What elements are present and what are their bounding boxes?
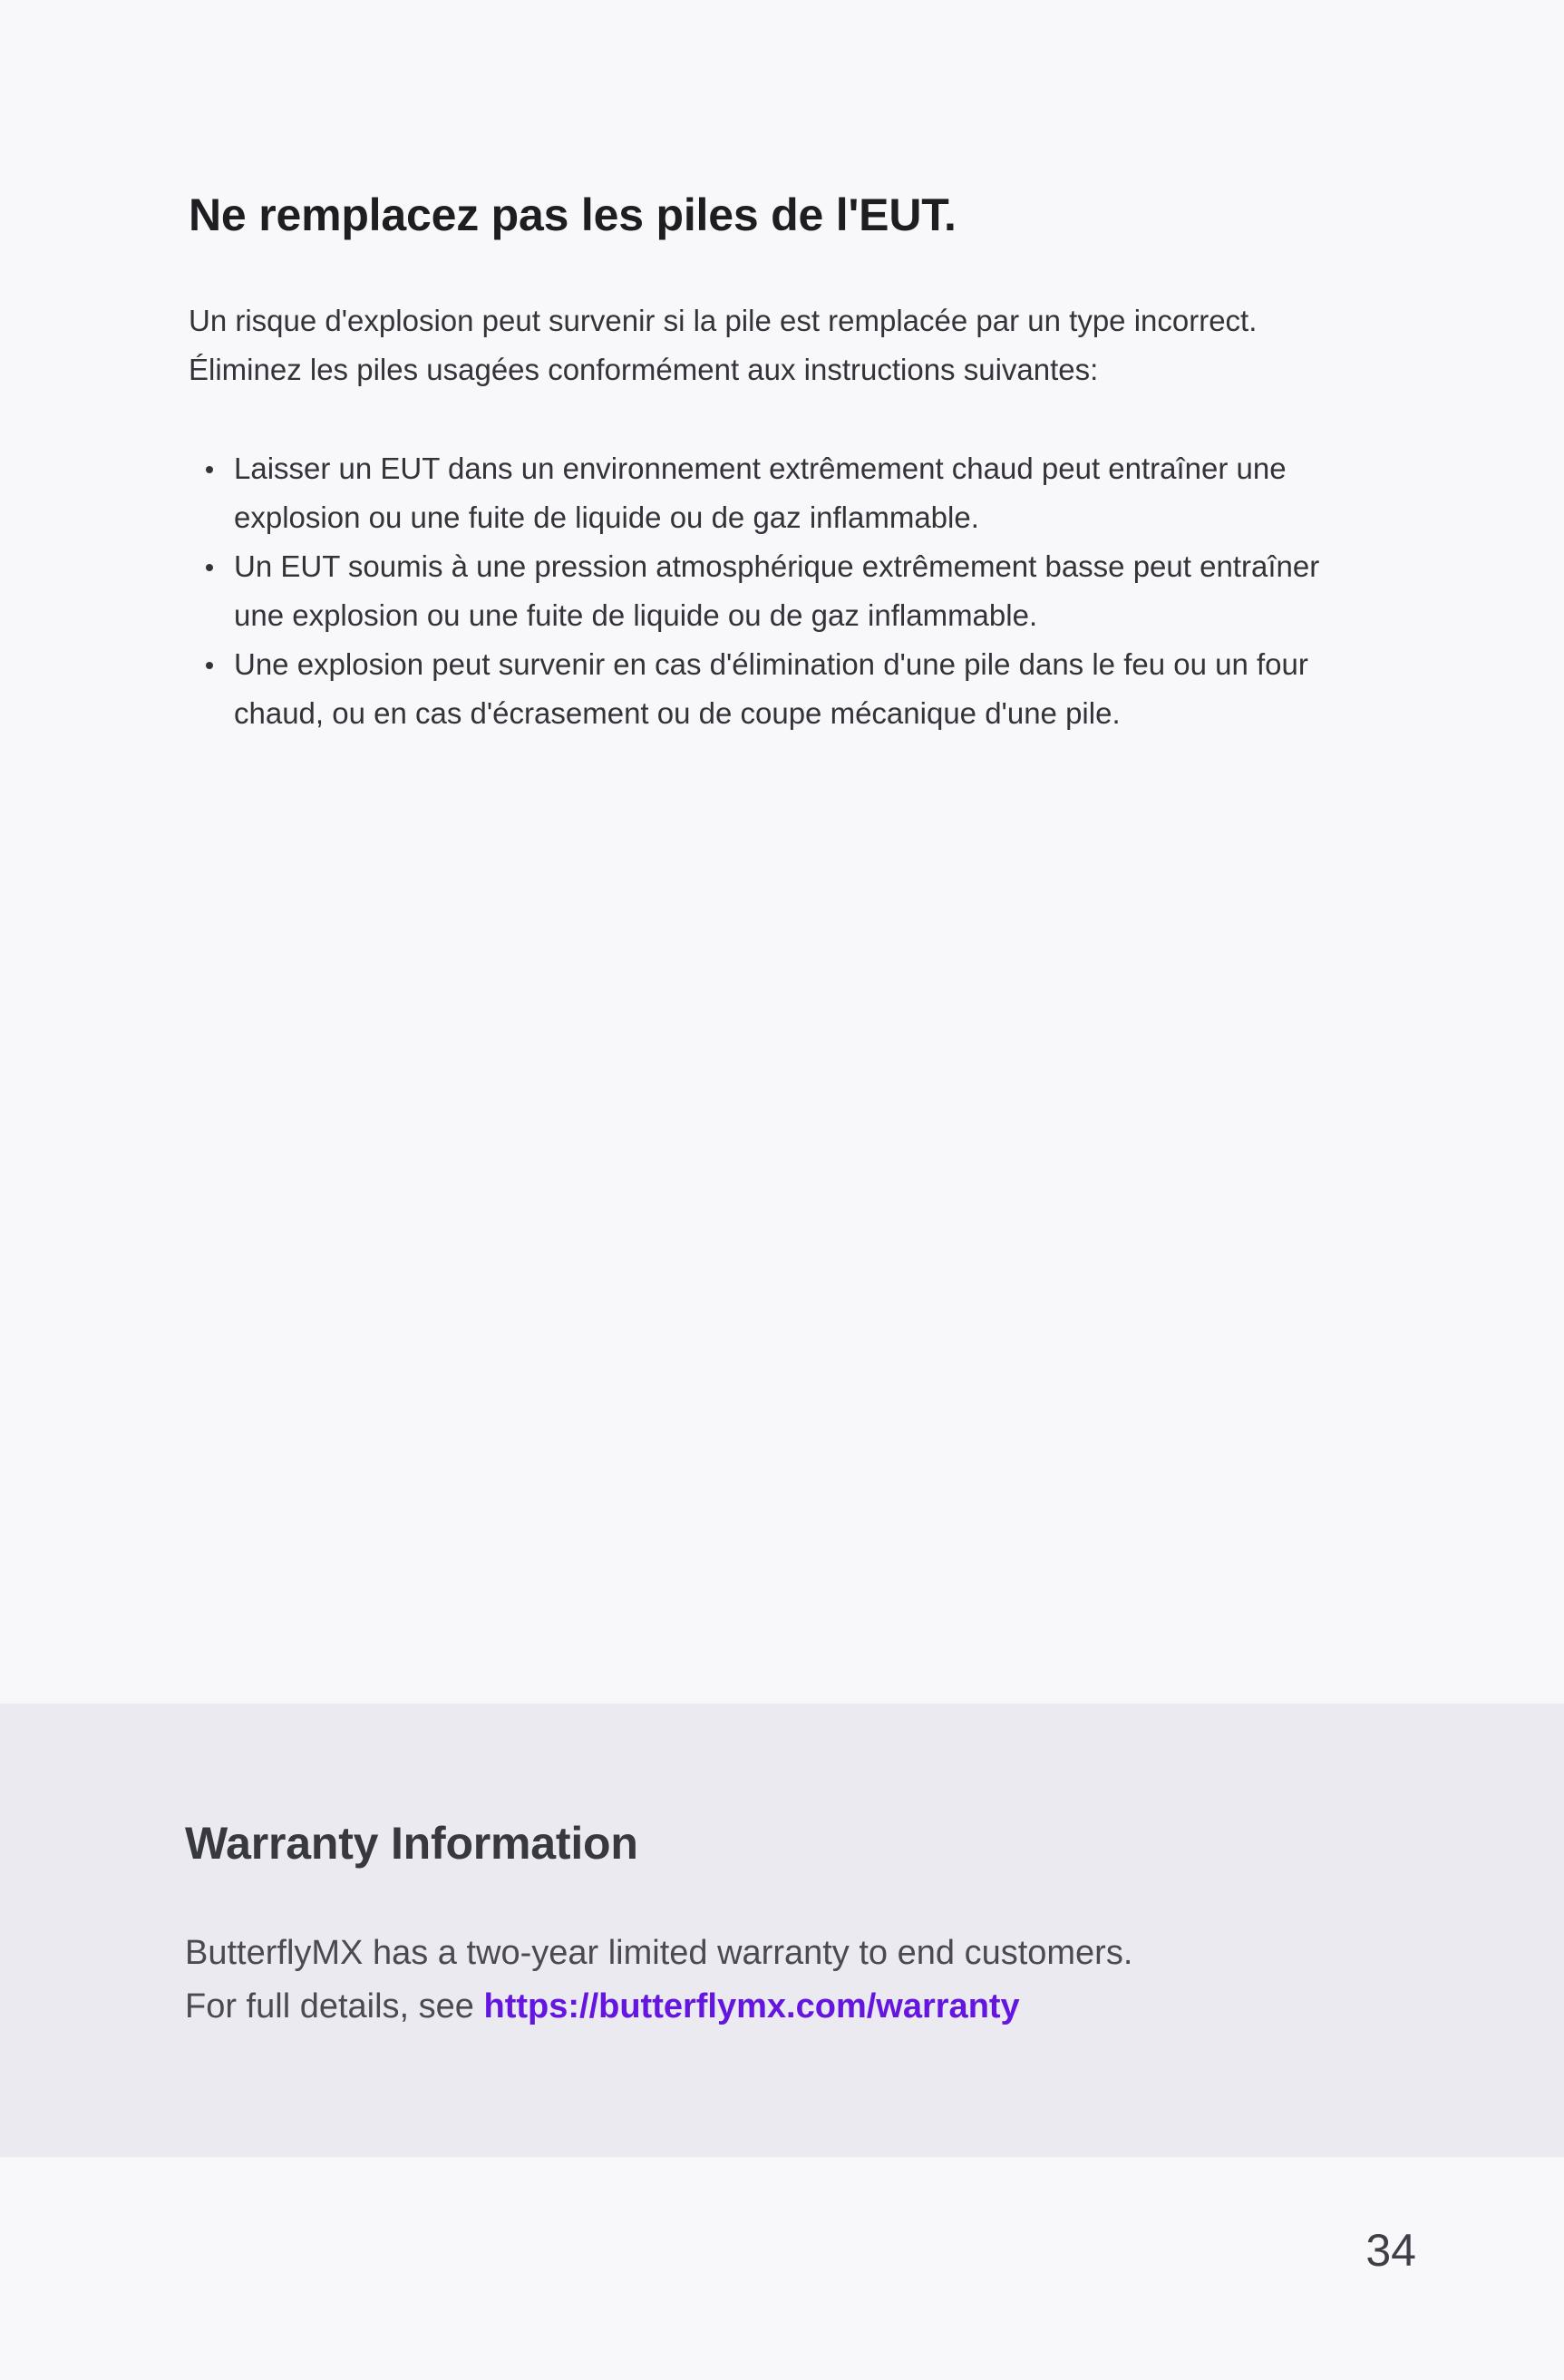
document-page: Ne remplacez pas les piles de l'EUT. Un … (0, 0, 1564, 2380)
warranty-text-line-2: For full details, see https://butterflym… (185, 1980, 1132, 2034)
warning-list-item: Une explosion peut survenir en cas d'éli… (189, 640, 1394, 738)
warranty-link[interactable]: https://butterflymx.com/warranty (483, 1987, 1019, 2025)
warning-item-2-line-1: Un EUT soumis à une pression atmosphériq… (234, 549, 1320, 583)
warranty-text: ButterflyMX has a two-year limited warra… (185, 1927, 1132, 2034)
warranty-title: Warranty Information (185, 1818, 638, 1869)
intro-line-1: Un risque d'explosion peut survenir si l… (189, 304, 1258, 337)
warning-item-1-line-2: explosion ou une fuite de liquide ou de … (234, 500, 979, 534)
warning-item-1-line-1: Laisser un EUT dans un environnement ext… (234, 452, 1287, 485)
section-title: Ne remplacez pas les piles de l'EUT. (189, 189, 957, 240)
intro-line-2: Éliminez les piles usagées conformément … (189, 353, 1099, 386)
battery-warning-section: Ne remplacez pas les piles de l'EUT. Un … (189, 186, 1394, 730)
warning-item-3-line-2: chaud, ou en cas d'écrasement ou de coup… (234, 696, 1121, 730)
warranty-section: Warranty Information ButterflyMX has a t… (0, 1704, 1564, 2157)
page-number: 34 (1365, 2225, 1416, 2276)
warning-item-2-line-2: une explosion ou une fuite de liquide ou… (234, 598, 1038, 632)
warranty-details-prefix: For full details, see (185, 1987, 484, 2025)
warning-list-item: Un EUT soumis à une pression atmosphériq… (189, 542, 1394, 640)
warning-item-3-line-1: Une explosion peut survenir en cas d'éli… (234, 647, 1308, 681)
warranty-text-line-1: ButterflyMX has a two-year limited warra… (185, 1934, 1133, 1972)
intro-paragraph: Un risque d'explosion peut survenir si l… (189, 296, 1394, 394)
warning-list-item: Laisser un EUT dans un environnement ext… (189, 444, 1394, 542)
warning-list: Laisser un EUT dans un environnement ext… (189, 444, 1394, 738)
